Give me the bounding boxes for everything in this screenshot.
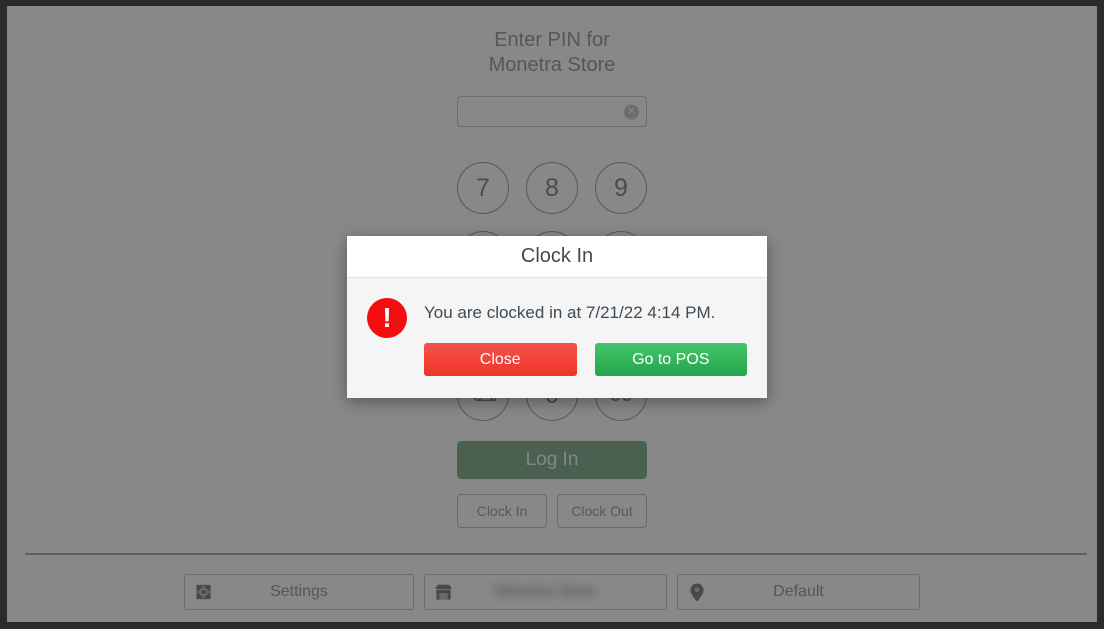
terminal-label: Default: [773, 583, 824, 600]
app-screen: Enter PIN for Monetra Store ✕ 7 8 9 4 5 …: [7, 6, 1097, 622]
dialog-message: You are clocked in at 7/21/22 4:14 PM.: [424, 303, 716, 322]
settings-label: Settings: [270, 583, 328, 600]
dialog-title: Clock In: [520, 245, 594, 267]
pin-prompt-line1: Enter PIN for: [494, 29, 610, 51]
keypad-key-8[interactable]: 8: [526, 161, 578, 214]
log-in-button[interactable]: Log In: [457, 441, 647, 479]
settings-button[interactable]: Settings: [184, 574, 414, 610]
keypad-key-7[interactable]: 7: [457, 161, 509, 214]
pin-prompt-line2: Monetra Store: [488, 54, 616, 76]
pin-input[interactable]: [457, 96, 647, 127]
pin-field-wrapper: ✕: [457, 96, 647, 127]
dialog-body: ! You are clocked in at 7/21/22 4:14 PM.…: [347, 278, 767, 398]
location-pin-icon: [688, 583, 705, 601]
clock-button-row: Clock In Clock Out: [457, 494, 647, 528]
keypad-key-9[interactable]: 9: [595, 161, 647, 214]
go-to-pos-button[interactable]: Go to POS: [594, 343, 747, 376]
bottom-bar: Settings Monetra Store Default: [7, 574, 1097, 610]
dialog-content: You are clocked in at 7/21/22 4:14 PM. C…: [424, 296, 747, 390]
gear-icon: [195, 584, 212, 601]
terminal-selector-button[interactable]: Default: [677, 574, 920, 610]
bottom-divider: [25, 553, 1087, 555]
circle-x-icon[interactable]: ✕: [624, 104, 639, 119]
close-button[interactable]: Close: [424, 343, 577, 376]
clock-in-dialog: Clock In ! You are clocked in at 7/21/22…: [347, 236, 767, 398]
pin-prompt: Enter PIN for Monetra Store: [489, 28, 616, 78]
clock-out-button[interactable]: Clock Out: [557, 494, 647, 528]
exclamation-glyph: !: [382, 302, 392, 333]
dialog-titlebar: Clock In: [347, 236, 767, 278]
store-selector-button[interactable]: Monetra Store: [424, 574, 667, 610]
error-exclamation-icon: !: [367, 298, 407, 338]
dialog-actions: Close Go to POS: [424, 343, 747, 390]
clock-in-button[interactable]: Clock In: [457, 494, 547, 528]
store-label: Monetra Store: [494, 583, 597, 600]
